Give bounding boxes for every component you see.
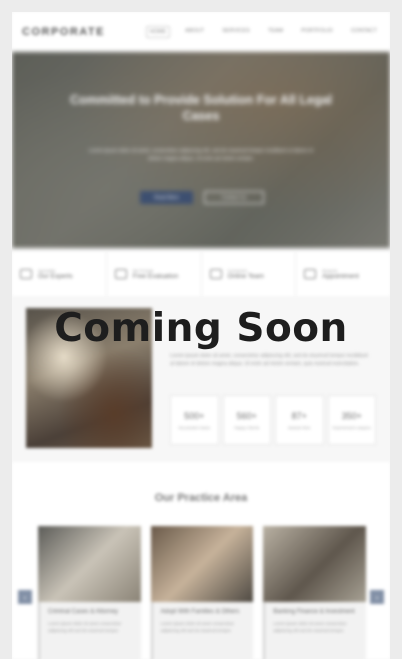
chevron-right-icon[interactable]: › (370, 590, 384, 604)
stat-number: 87+ (291, 410, 307, 421)
info-item-evaluation[interactable]: We Provide Free Evaluation (107, 252, 202, 296)
stats-row: 500+ Successful Cases 560+ Happy Clients… (170, 395, 376, 445)
read-more-button[interactable]: Read More (140, 191, 193, 204)
site-logo[interactable]: CORPORATE (22, 26, 105, 38)
info-big-label: Free Evaluation (132, 273, 179, 280)
nav-item-contact[interactable]: CONTACT (348, 26, 380, 38)
about-text: Lorem ipsum dolor sit amet, consectetur … (170, 353, 368, 367)
document-icon (114, 269, 127, 279)
info-big-label: Appointment (322, 273, 359, 280)
practice-section: Our Practice Area Criminal Cases & Attor… (12, 462, 390, 659)
stat-label: Experienced Lawyers (332, 424, 371, 430)
nav-item-portfolio[interactable]: PORTFOLIO (298, 26, 336, 38)
stat-label: Happy Clients (234, 424, 260, 430)
stat-card: 87+ Awards Won (275, 395, 324, 445)
info-big-label: Our Experts (38, 273, 73, 280)
contact-us-button[interactable]: Contact Us (204, 191, 264, 204)
info-item-online-team[interactable]: Connected Online Team (202, 252, 297, 296)
info-item-experts[interactable]: Specialist Our Experts (12, 252, 107, 296)
card-image (38, 526, 141, 602)
coming-soon-overlay: Coming Soon (54, 306, 348, 351)
stat-card: 350+ Experienced Lawyers (327, 395, 376, 445)
practice-title: Our Practice Area (154, 492, 248, 504)
card-title: Criminal Cases & Attorney (48, 609, 119, 615)
card-text: Lorem ipsum dolor sit amet consectetur a… (160, 621, 234, 633)
info-big-label: Online Team (227, 273, 264, 280)
stat-number: 500+ (184, 410, 205, 421)
card-text: Lorem ipsum dolor sit amet consectetur a… (273, 621, 347, 633)
card-text: Lorem ipsum dolor sit amet consectetur a… (48, 621, 122, 633)
practice-card[interactable]: Adopt With Families & Others Lorem ipsum… (150, 526, 254, 659)
stat-number: 560+ (236, 410, 257, 421)
info-bar: Specialist Our Experts We Provide Free E… (12, 252, 390, 296)
nav-item-services[interactable]: SERVICES (219, 26, 253, 38)
main-nav: HOME ABOUT SERVICES TEAM PORTFOLIO CONTA… (145, 26, 380, 38)
nav-item-about[interactable]: ABOUT (182, 26, 207, 38)
stat-number: 350+ (341, 410, 362, 421)
stat-label: Awards Won (287, 424, 311, 430)
hero-text: Lorem ipsum dolor sit amet, consectetur … (88, 148, 314, 162)
hero-title: Committed to Provide Solution For All Le… (69, 93, 333, 123)
chevron-left-icon[interactable]: ‹ (18, 590, 32, 604)
info-item-appointment[interactable]: Request Appointment (296, 252, 390, 296)
hero-banner: Committed to Provide Solution For All Le… (12, 52, 390, 248)
site-header: CORPORATE HOME ABOUT SERVICES TEAM PORTF… (12, 12, 390, 52)
people-icon (209, 269, 222, 279)
practice-card[interactable]: Banking Finance & Investment Lorem ipsum… (263, 526, 367, 659)
practice-card[interactable]: Criminal Cases & Attorney Lorem ipsum do… (38, 526, 141, 659)
card-title: Banking Finance & Investment (273, 609, 355, 615)
card-image (150, 526, 254, 602)
briefcase-icon (20, 269, 32, 279)
nav-item-home[interactable]: HOME (145, 26, 171, 38)
stat-label: Successful Cases (178, 424, 211, 430)
card-title: Adopt With Families & Others (160, 609, 240, 615)
card-image (263, 526, 367, 602)
stat-card: 560+ Happy Clients (222, 395, 271, 445)
stat-card: 500+ Successful Cases (170, 395, 219, 445)
nav-item-team[interactable]: TEAM (265, 26, 286, 38)
calendar-icon (304, 269, 317, 279)
practice-cards: Criminal Cases & Attorney Lorem ipsum do… (38, 526, 367, 659)
